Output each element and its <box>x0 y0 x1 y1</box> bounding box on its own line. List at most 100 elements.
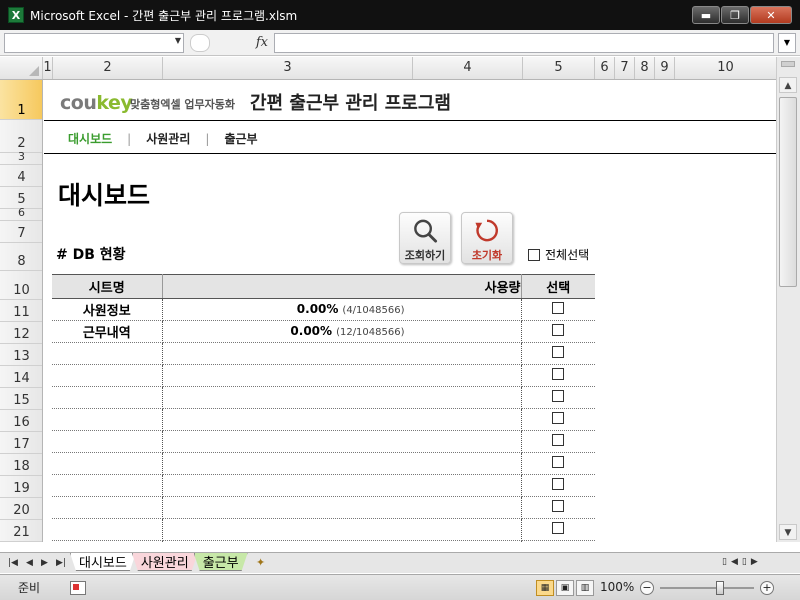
zoom-out-icon[interactable]: − <box>640 581 654 595</box>
row-checkbox[interactable] <box>552 345 565 358</box>
row-header[interactable]: 4 <box>0 165 42 187</box>
row-header[interactable]: 17 <box>0 432 42 454</box>
prev-sheet-icon[interactable]: ◀ <box>26 558 33 568</box>
cell-select <box>521 342 595 365</box>
row-header[interactable]: 1 <box>0 80 42 120</box>
cell-sheet-name <box>52 452 163 475</box>
col-header[interactable]: 6 <box>595 57 615 79</box>
tab-employees[interactable]: 사원관리 <box>132 553 198 571</box>
page-layout-icon[interactable]: ▣ <box>556 580 574 596</box>
formula-expand-icon[interactable]: ▼ <box>778 32 796 53</box>
row-header[interactable]: 12 <box>0 322 42 344</box>
minimize-button[interactable]: ▬ <box>692 6 720 24</box>
scroll-right-icon[interactable]: ▶ <box>751 557 758 567</box>
worksheet-grid[interactable]: coukey 맞춤형엑셀 업무자동화 간편 출근부 관리 프로그램 대시보드 |… <box>44 80 776 542</box>
row-checkbox[interactable] <box>552 433 565 446</box>
col-header[interactable]: 1 <box>43 57 53 79</box>
zoom-level[interactable]: 100% <box>600 580 634 594</box>
excel-icon[interactable]: X <box>8 7 24 23</box>
cell-select <box>521 408 595 431</box>
col-header[interactable]: 10 <box>675 57 776 79</box>
row-header[interactable]: 18 <box>0 454 42 476</box>
nav-separator: | <box>205 131 210 146</box>
next-sheet-icon[interactable]: ▶ <box>41 558 48 568</box>
name-box[interactable]: ▼ <box>4 32 184 53</box>
scroll-left-icon[interactable]: ◀ <box>731 557 738 567</box>
row-header[interactable]: 14 <box>0 366 42 388</box>
row-checkbox[interactable] <box>552 301 565 314</box>
hscroll-thumb[interactable]: ▯ <box>742 557 747 567</box>
insert-sheet-icon[interactable]: ✦ <box>248 553 274 571</box>
reset-button[interactable]: 초기화 <box>461 212 513 264</box>
fx-icon[interactable]: fx <box>256 35 268 50</box>
zoom-in-icon[interactable]: + <box>760 581 774 595</box>
row-header[interactable]: 6 <box>0 206 42 221</box>
table-row: 근무내역 0.00% (12/1048566) <box>52 320 595 343</box>
scroll-up-icon[interactable]: ▲ <box>779 77 797 93</box>
nav-item-attendance[interactable]: 출근부 <box>224 130 257 147</box>
row-header[interactable]: 15 <box>0 388 42 410</box>
row-checkbox[interactable] <box>552 323 565 336</box>
row-checkbox[interactable] <box>552 477 565 490</box>
select-all[interactable]: 전체선택 <box>528 246 589 263</box>
col-header[interactable]: 5 <box>523 57 595 79</box>
row-checkbox[interactable] <box>552 389 565 402</box>
zoom-track[interactable] <box>660 581 754 595</box>
col-header[interactable]: 4 <box>413 57 523 79</box>
restore-button[interactable]: ❐ <box>721 6 749 24</box>
scroll-down-icon[interactable]: ▼ <box>779 524 797 540</box>
last-sheet-icon[interactable]: ▶| <box>56 558 66 568</box>
cell-usage: 0.00% (12/1048566) <box>162 320 522 343</box>
col-header[interactable]: 8 <box>635 57 655 79</box>
chevron-down-icon[interactable]: ▼ <box>175 36 181 45</box>
row-header[interactable]: 8 <box>0 243 42 271</box>
row-header[interactable]: 20 <box>0 498 42 520</box>
expand-handle[interactable] <box>190 33 210 52</box>
cell-select <box>521 496 595 519</box>
tab-attendance[interactable]: 출근부 <box>194 553 248 571</box>
col-header[interactable]: 7 <box>615 57 635 79</box>
first-sheet-icon[interactable]: |◀ <box>8 558 18 568</box>
row-checkbox[interactable] <box>552 367 565 380</box>
row-header[interactable]: 2 <box>0 120 42 153</box>
cell-sheet-name <box>52 518 163 541</box>
split-handle[interactable] <box>781 61 795 67</box>
nav-item-employees[interactable]: 사원관리 <box>146 130 190 147</box>
app-title: 간편 출근부 관리 프로그램 <box>250 93 451 114</box>
col-header[interactable]: 3 <box>163 57 413 79</box>
row-header[interactable]: 19 <box>0 476 42 498</box>
row-checkbox[interactable] <box>552 499 565 512</box>
macro-record-icon[interactable] <box>70 580 87 595</box>
zoom-knob[interactable] <box>716 581 724 595</box>
select-all-corner[interactable] <box>0 57 43 79</box>
hscroll-split-icon[interactable]: ▯ <box>722 557 727 567</box>
cell-usage <box>162 540 522 542</box>
row-header[interactable]: 10 <box>0 271 42 300</box>
row-header[interactable]: 21 <box>0 520 42 542</box>
top-nav: 대시보드 | 사원관리 | 출근부 <box>68 130 258 147</box>
formula-input[interactable] <box>274 32 774 53</box>
close-button[interactable]: ✕ <box>750 6 792 24</box>
row-header[interactable]: 11 <box>0 300 42 322</box>
row-checkbox[interactable] <box>552 521 565 534</box>
zoom-slider[interactable]: − + <box>640 579 774 597</box>
col-header[interactable]: 9 <box>655 57 675 79</box>
cell-select <box>521 298 595 321</box>
search-button[interactable]: 조회하기 <box>399 212 451 264</box>
vertical-scrollbar[interactable]: ▲ ▼ <box>776 57 800 542</box>
page-break-icon[interactable]: ▥ <box>576 580 594 596</box>
col-header[interactable]: 2 <box>53 57 163 79</box>
tab-dashboard[interactable]: 대시보드 <box>70 553 136 571</box>
cell-sheet-name <box>52 364 163 387</box>
row-header[interactable]: 13 <box>0 344 42 366</box>
row-header[interactable]: 16 <box>0 410 42 432</box>
select-all-checkbox[interactable] <box>528 248 540 261</box>
row-checkbox[interactable] <box>552 455 565 468</box>
row-checkbox[interactable] <box>552 411 565 424</box>
nav-item-dashboard[interactable]: 대시보드 <box>68 130 112 147</box>
row-header[interactable]: 3 <box>0 150 42 165</box>
scroll-thumb[interactable] <box>779 97 797 287</box>
row-header[interactable]: 7 <box>0 221 42 243</box>
normal-view-icon[interactable]: ▦ <box>536 580 554 596</box>
cell-select <box>521 386 595 409</box>
